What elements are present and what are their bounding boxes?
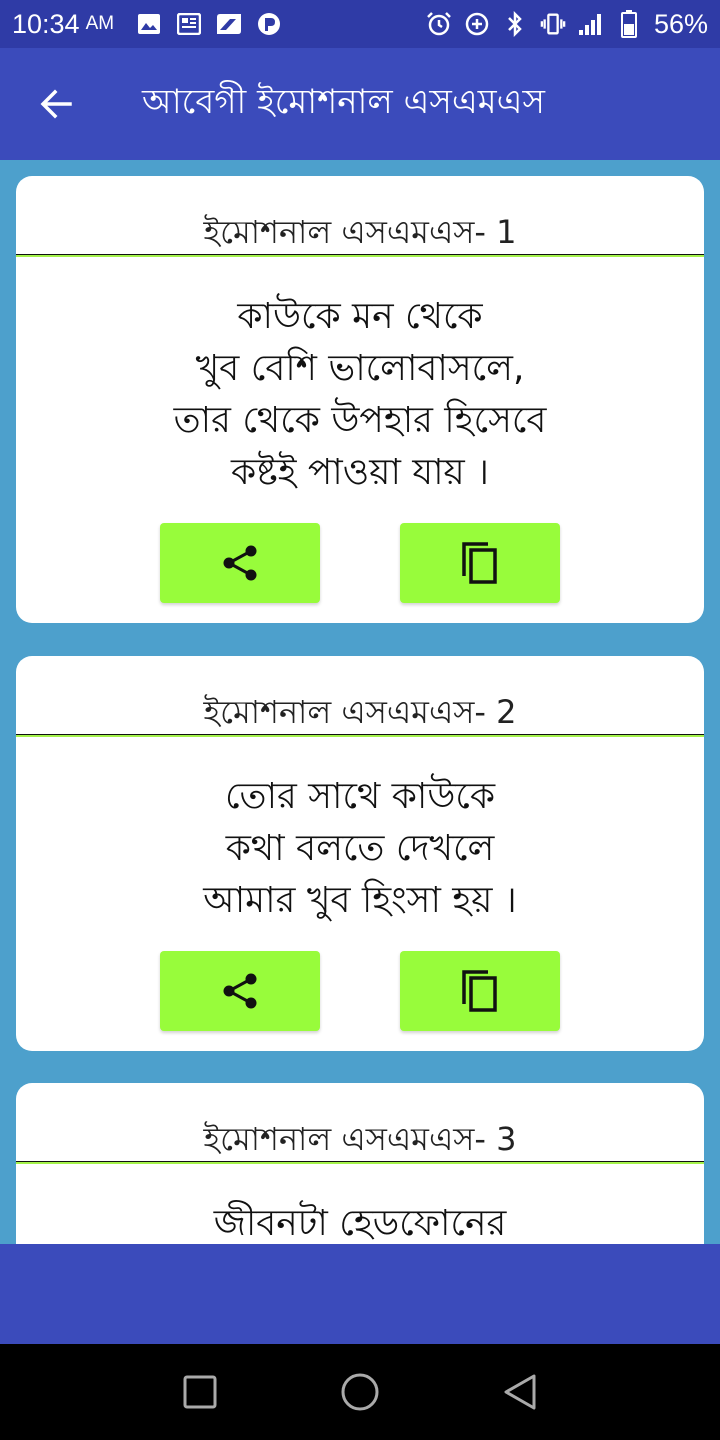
share-button[interactable] — [160, 523, 320, 603]
card-message: জীবনটা হেডফোনের — [16, 1164, 704, 1244]
image-icon — [136, 11, 162, 37]
share-icon — [223, 973, 257, 1009]
p-icon — [256, 11, 282, 37]
status-bar: 10:34 AM 56% — [0, 0, 720, 48]
message-line: কষ্টই পাওয়া যায় । — [230, 452, 490, 493]
battery-icon — [616, 10, 642, 38]
home-icon — [341, 1373, 379, 1411]
message-line: তার থেকে উপহার হিসেবে — [173, 400, 547, 441]
bottom-banner — [0, 1244, 720, 1344]
back-nav-button[interactable] — [490, 1362, 550, 1422]
copy-icon — [462, 970, 497, 1012]
message-line: জীবনটা হেডফোনের — [213, 1203, 507, 1244]
navigation-bar — [0, 1344, 720, 1440]
page-title: আবেগী ইমোশনাল এসএমএস — [142, 81, 545, 122]
sms-card: ইমোশনাল এসএমএস- 3 জীবনটা হেডফোনের — [16, 1083, 704, 1244]
sd-card-icon — [216, 11, 242, 37]
data-saver-icon — [464, 11, 490, 37]
signal-icon — [578, 11, 604, 37]
card-title: ইমোশনাল এসএমএস- 1 — [203, 213, 517, 251]
back-button[interactable] — [28, 76, 84, 132]
card-title: ইমোশনাল এসএমএস- 3 — [203, 1120, 517, 1158]
copy-button[interactable] — [400, 951, 560, 1031]
card-title: ইমোশনাল এসএমএস- 2 — [203, 693, 517, 731]
notification-icons — [136, 11, 282, 37]
card-actions — [16, 951, 704, 1031]
card-actions — [16, 523, 704, 603]
share-button[interactable] — [160, 951, 320, 1031]
battery-percent: 56% — [653, 8, 708, 39]
card-message: কাউকে মন থেকে খুব বেশি ভালোবাসলে, তার থে… — [16, 257, 704, 499]
message-line: কাউকে মন থেকে — [237, 296, 483, 337]
message-line: আমার খুব হিংসা হয় । — [203, 880, 517, 921]
sms-card: ইমোশনাল এসএমএস- 1 কাউকে মন থেকে খুব বেশি… — [16, 176, 704, 623]
app-bar: আবেগী ইমোশনাল এসএমএস — [0, 48, 720, 160]
recents-icon — [183, 1375, 217, 1409]
back-icon — [504, 1374, 536, 1410]
alarm-icon — [426, 11, 452, 37]
vibrate-icon — [540, 11, 566, 37]
news-icon — [176, 11, 202, 37]
home-button[interactable] — [330, 1362, 390, 1422]
share-icon — [223, 545, 257, 581]
status-time: 10:34 — [12, 8, 80, 39]
message-line: কথা বলতে দেখলে — [225, 828, 495, 869]
sms-list[interactable]: ইমোশনাল এসএমএস- 1 কাউকে মন থেকে খুব বেশি… — [0, 160, 720, 1244]
system-icons: 56% — [426, 9, 708, 40]
message-line: তোর সাথে কাউকে — [224, 776, 496, 817]
status-ampm: AM — [85, 13, 115, 34]
arrow-left-icon — [40, 89, 72, 119]
card-message: তোর সাথে কাউকে কথা বলতে দেখলে আমার খুব হ… — [16, 737, 704, 927]
bluetooth-icon — [502, 11, 528, 37]
sms-card: ইমোশনাল এসএমএস- 2 তোর সাথে কাউকে কথা বলত… — [16, 656, 704, 1051]
message-line: খুব বেশি ভালোবাসলে, — [195, 348, 525, 389]
recents-button[interactable] — [170, 1362, 230, 1422]
copy-icon — [462, 542, 497, 584]
copy-button[interactable] — [400, 523, 560, 603]
